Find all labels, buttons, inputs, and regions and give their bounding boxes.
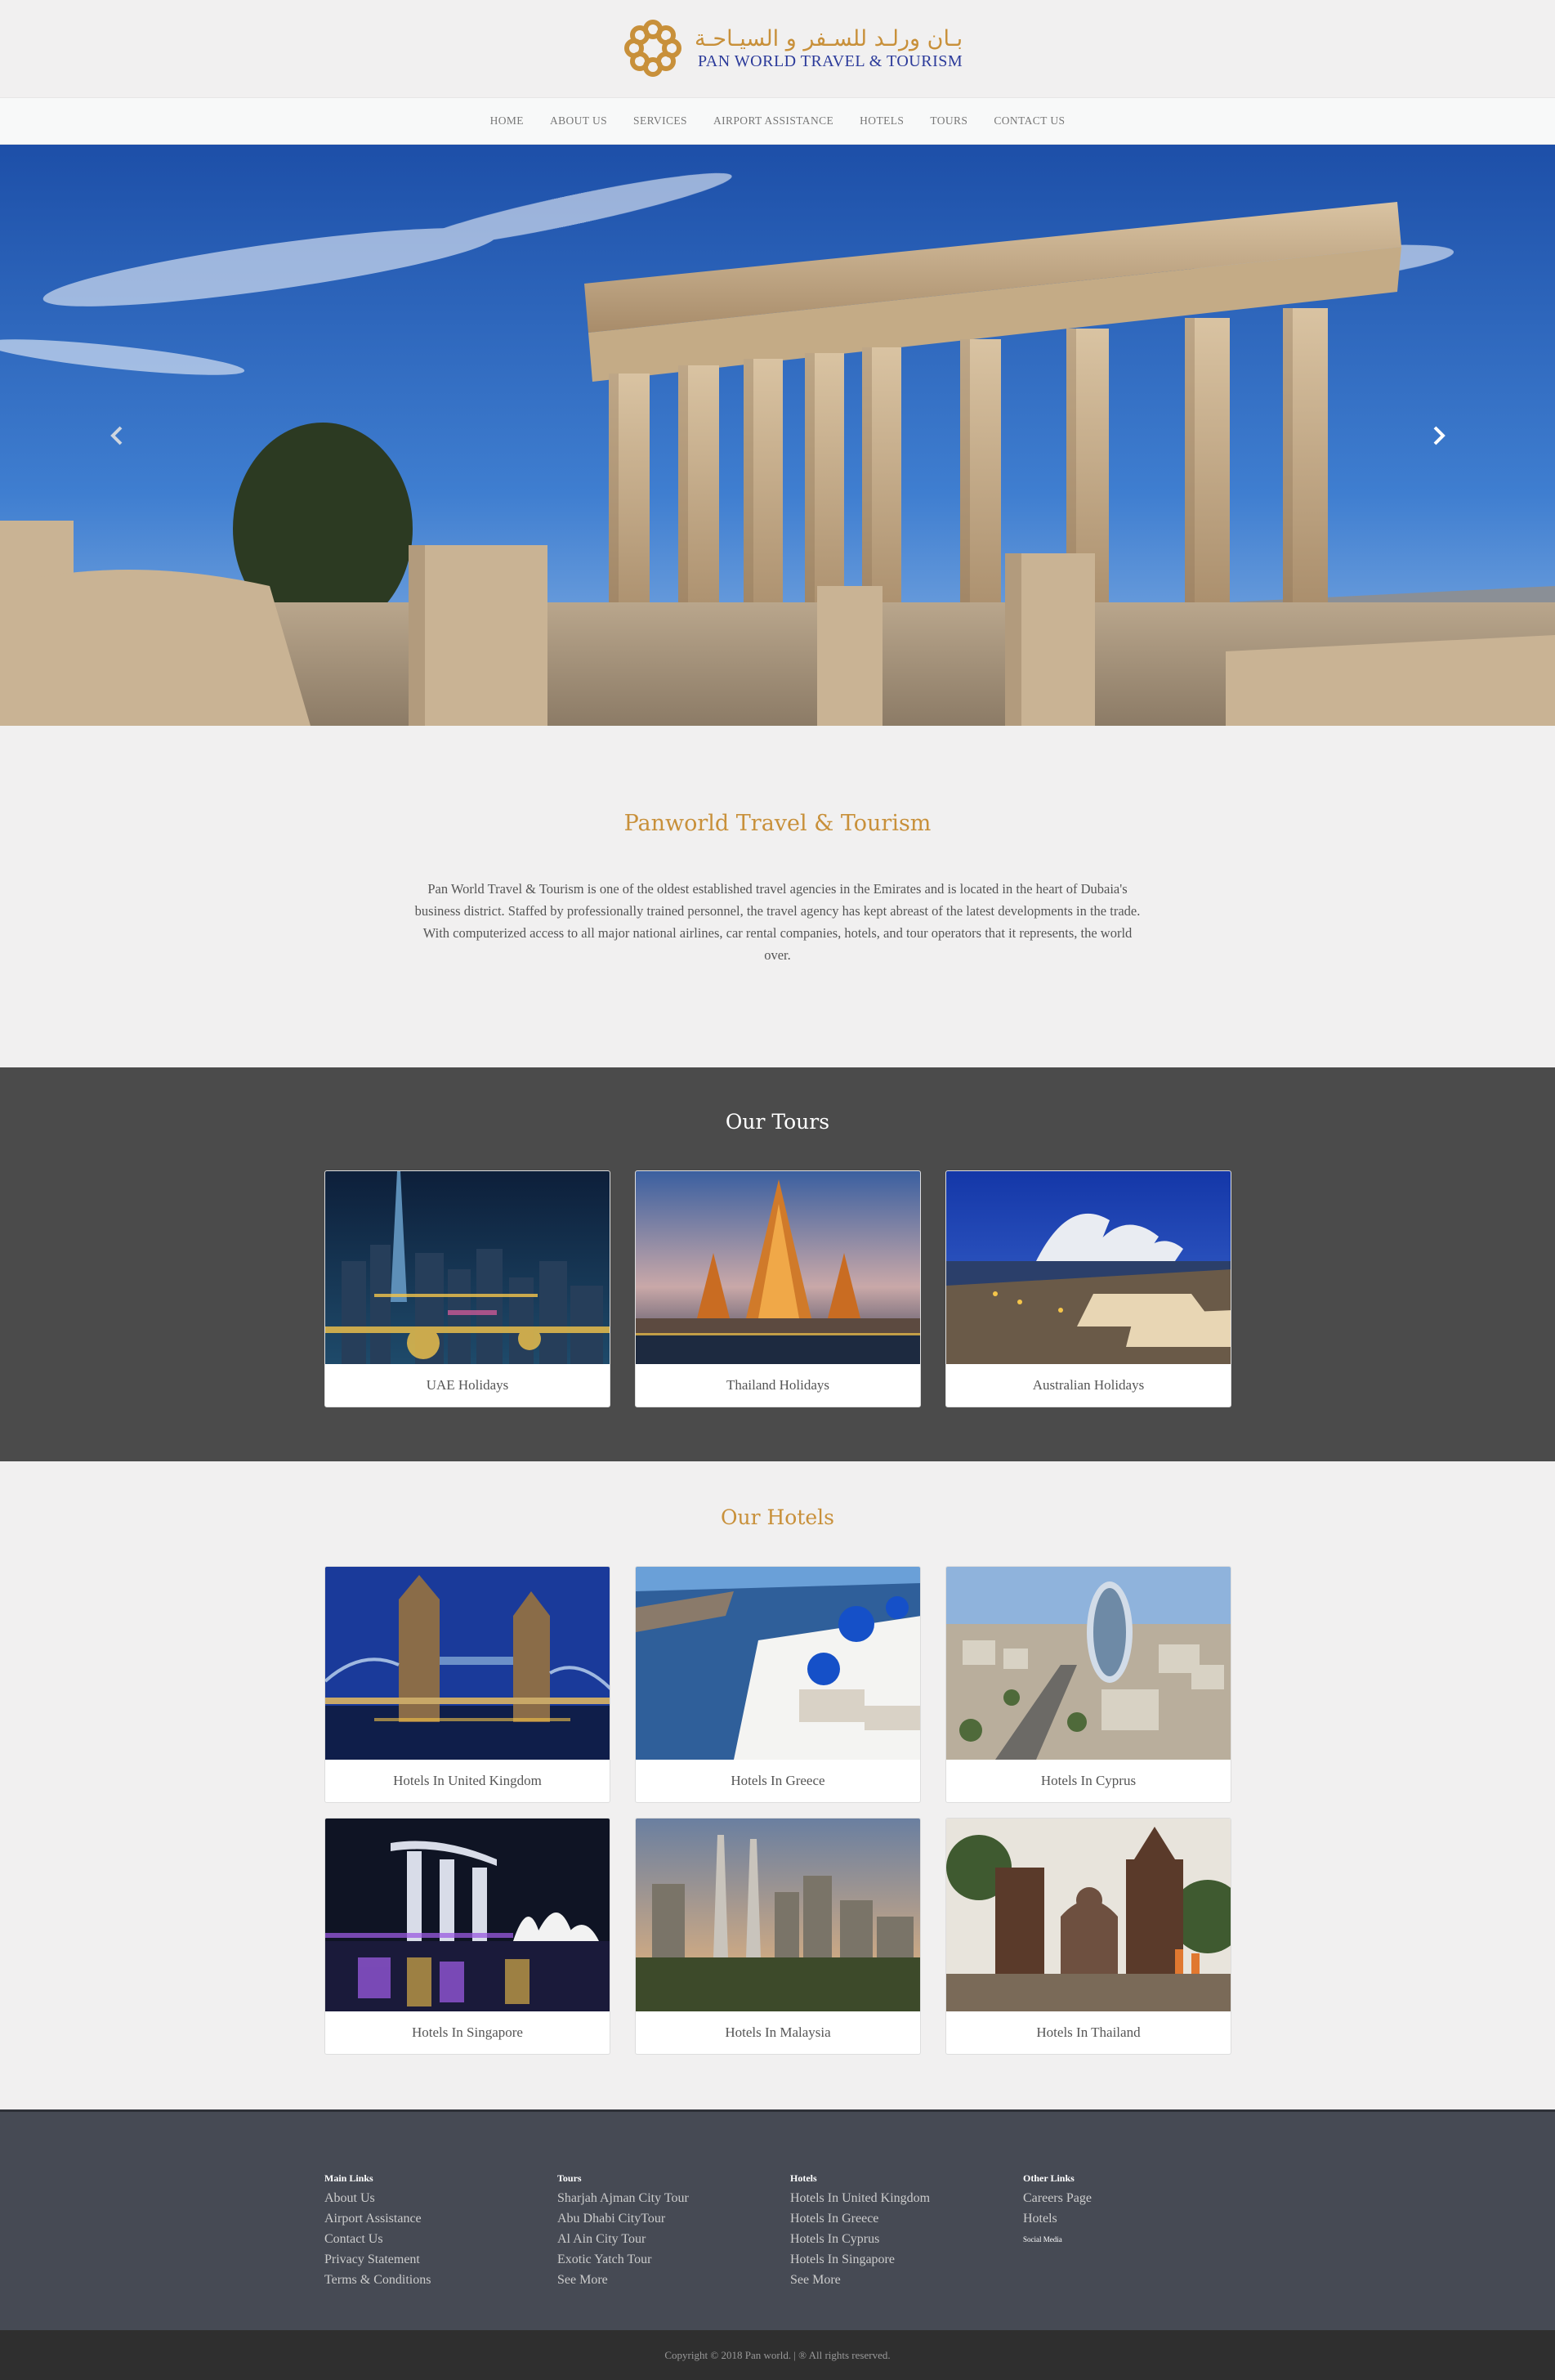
site-header: بـان ورلـد للسـفر و السيـاحـة PAN WORLD … bbox=[0, 0, 1555, 97]
footer-link[interactable]: Hotels In Greece bbox=[790, 2208, 930, 2229]
about-title: Panworld Travel & Tourism bbox=[623, 811, 932, 836]
copyright-bar: Copyright © 2018 Pan world. | ® All righ… bbox=[0, 2330, 1555, 2380]
sydney-opera-house-image bbox=[946, 1171, 1231, 1364]
tour-card-label: Australian Holidays bbox=[1032, 1377, 1145, 1393]
tour-card-australia[interactable]: Australian Holidays bbox=[945, 1170, 1231, 1407]
tour-card-uae[interactable]: UAE Holidays bbox=[324, 1170, 610, 1407]
about-text: Pan World Travel & Tourism is one of the… bbox=[414, 881, 1141, 963]
footer-tours-links: Tours Sharjah Ajman City Tour Abu Dhabi … bbox=[557, 2172, 689, 2290]
hotel-card-label: Hotels In Cyprus bbox=[1040, 1773, 1137, 1788]
nav-airport-assistance[interactable]: AIRPORT ASSISTANCE bbox=[713, 111, 833, 131]
nav-home[interactable]: HOME bbox=[490, 111, 524, 131]
footer-heading: Hotels bbox=[790, 2172, 817, 2184]
footer-link[interactable]: See More bbox=[790, 2270, 930, 2290]
hotel-card-uk[interactable]: Hotels In United Kingdom bbox=[324, 1566, 610, 1803]
hero-next-button[interactable] bbox=[1423, 419, 1455, 452]
brand-arabic-name: بـان ورلـد للسـفر و السيـاحـة bbox=[695, 26, 963, 51]
hotel-card-thailand[interactable]: Hotels In Thailand bbox=[945, 1818, 1231, 2055]
santorini-image bbox=[636, 1567, 920, 1760]
footer-link[interactable]: See More bbox=[557, 2270, 689, 2290]
hotel-card-greece[interactable]: Hotels In Greece bbox=[635, 1566, 921, 1803]
hotel-card-label: Hotels In Greece bbox=[731, 1773, 825, 1788]
hotel-card-label: Hotels In Malaysia bbox=[725, 2024, 831, 2040]
footer-hotels-links: Hotels Hotels In United Kingdom Hotels I… bbox=[790, 2172, 930, 2290]
main-nav: HOME ABOUT US SERVICES AIRPORT ASSISTANC… bbox=[0, 97, 1555, 145]
footer-link[interactable]: Exotic Yatch Tour bbox=[557, 2249, 689, 2270]
tours-title: Our Tours bbox=[725, 1110, 830, 1134]
hotel-card-malaysia[interactable]: Hotels In Malaysia bbox=[635, 1818, 921, 2055]
brand-logo[interactable]: بـان ورلـد للسـفر و السيـاحـة PAN WORLD … bbox=[623, 18, 963, 78]
hotels-section: Our Hotels Hotels In United Kingdom Hote… bbox=[0, 1461, 1555, 2109]
footer-link[interactable]: Sharjah Ajman City Tour bbox=[557, 2188, 689, 2208]
chevron-right-icon bbox=[1433, 426, 1446, 445]
footer-heading: Other Links bbox=[1023, 2172, 1075, 2184]
hotel-card-label: Hotels In Thailand bbox=[1036, 2024, 1141, 2040]
chevron-left-icon bbox=[110, 426, 123, 445]
social-media-label: Social Media bbox=[1023, 2235, 1062, 2244]
tours-section: Our Tours UAE Holidays Thailand Holidays… bbox=[0, 1067, 1555, 1461]
sukhothai-buddha-image bbox=[946, 1819, 1231, 2011]
hotel-card-label: Hotels In Singapore bbox=[412, 2024, 523, 2040]
wat-arun-image bbox=[636, 1171, 920, 1364]
tour-card-thailand[interactable]: Thailand Holidays bbox=[635, 1170, 921, 1407]
footer-heading: Tours bbox=[557, 2172, 582, 2184]
footer-main-links: Main Links About Us Airport Assistance C… bbox=[324, 2172, 431, 2290]
footer-link[interactable]: Terms & Conditions bbox=[324, 2270, 431, 2290]
tower-bridge-image bbox=[325, 1567, 610, 1760]
footer-link[interactable]: Hotels In United Kingdom bbox=[790, 2188, 930, 2208]
about-section: Panworld Travel & Tourism Pan World Trav… bbox=[0, 726, 1555, 1067]
footer-link[interactable]: Hotels In Singapore bbox=[790, 2249, 930, 2270]
footer-heading: Main Links bbox=[324, 2172, 373, 2184]
hotel-card-singapore[interactable]: Hotels In Singapore bbox=[324, 1818, 610, 2055]
nav-about-us[interactable]: ABOUT US bbox=[550, 111, 607, 131]
tour-card-label: UAE Holidays bbox=[426, 1377, 509, 1393]
marina-bay-image bbox=[325, 1819, 610, 2011]
nav-hotels[interactable]: HOTELS bbox=[860, 111, 904, 131]
flower-logo-icon bbox=[624, 20, 681, 77]
footer-link[interactable]: Airport Assistance bbox=[324, 2208, 431, 2229]
hero-slider bbox=[0, 145, 1555, 726]
brand-english-name: PAN WORLD TRAVEL & TOURISM bbox=[697, 52, 963, 70]
petronas-towers-image bbox=[636, 1819, 920, 2011]
nav-tours[interactable]: TOURS bbox=[930, 111, 967, 131]
tour-card-label: Thailand Holidays bbox=[726, 1377, 830, 1393]
hotel-card-label: Hotels In United Kingdom bbox=[393, 1773, 542, 1788]
hero-image-parthenon bbox=[0, 145, 1555, 726]
footer-link[interactable]: Privacy Statement bbox=[324, 2249, 431, 2270]
hotel-card-cyprus[interactable]: Hotels In Cyprus bbox=[945, 1566, 1231, 1803]
site-footer: Main Links About Us Airport Assistance C… bbox=[0, 2109, 1555, 2330]
cyprus-city-image bbox=[946, 1567, 1231, 1760]
nav-contact-us[interactable]: CONTACT US bbox=[994, 111, 1065, 131]
nav-services[interactable]: SERVICES bbox=[633, 111, 687, 131]
hotels-title: Our Hotels bbox=[720, 1505, 834, 1529]
footer-link[interactable]: Careers Page bbox=[1023, 2188, 1092, 2208]
footer-link[interactable]: Hotels bbox=[1023, 2208, 1092, 2229]
dubai-skyline-image bbox=[325, 1171, 610, 1364]
footer-link[interactable]: Hotels In Cyprus bbox=[790, 2229, 930, 2249]
hero-prev-button[interactable] bbox=[101, 419, 133, 452]
footer-link[interactable]: Abu Dhabi CityTour bbox=[557, 2208, 689, 2229]
footer-link[interactable]: Contact Us bbox=[324, 2229, 431, 2249]
footer-link[interactable]: Al Ain City Tour bbox=[557, 2229, 689, 2249]
footer-other-links: Other Links Careers Page Hotels Social M… bbox=[1023, 2172, 1092, 2244]
footer-link[interactable]: About Us bbox=[324, 2188, 431, 2208]
